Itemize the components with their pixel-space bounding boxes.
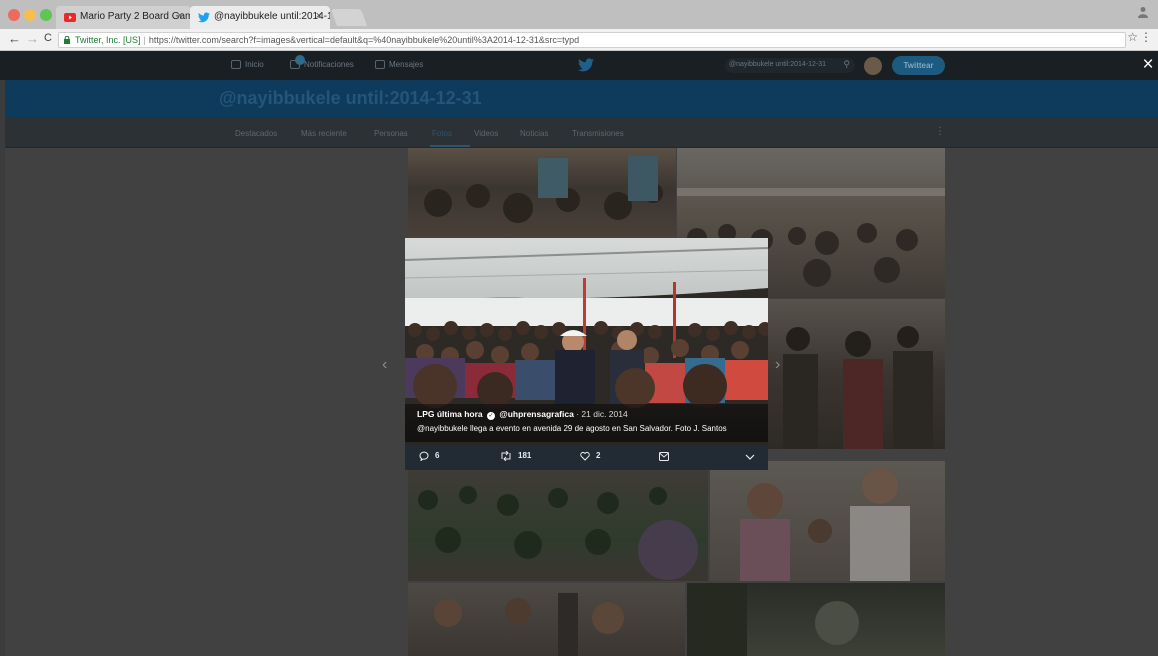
search-banner: @nayibbukele until:2014-12-31: [5, 80, 1158, 118]
home-icon: [231, 60, 241, 69]
search-tabs: Destacados Más reciente Personas Fotos V…: [5, 118, 1158, 148]
tab-transmisiones[interactable]: Transmisiones: [572, 129, 624, 138]
avatar[interactable]: [864, 57, 882, 75]
search-icon[interactable]: ⚲: [843, 59, 850, 70]
photo-tile[interactable]: [408, 583, 685, 656]
tab-fotos[interactable]: Fotos: [432, 129, 452, 138]
tab-destacados[interactable]: Destacados: [235, 129, 277, 138]
profile-icon[interactable]: [1138, 6, 1152, 22]
reply-count: 6: [435, 451, 440, 460]
browser-tab-twitter-search[interactable]: @nayibbukele until:2014-12-3 ×: [190, 6, 330, 29]
tweet-author-handle[interactable]: @uhprensagrafica: [499, 409, 573, 419]
tab-videos[interactable]: Videos: [474, 129, 498, 138]
browser-menu-icon[interactable]: ⋮: [1140, 30, 1152, 44]
active-tab-indicator: [430, 145, 470, 147]
bookmark-star-icon[interactable]: ☆: [1127, 30, 1138, 44]
new-tab-button[interactable]: [330, 9, 368, 26]
url-text: https://twitter.com/search?f=images&vert…: [148, 35, 580, 45]
search-query-text: @nayibbukele until:2014-12-31: [729, 61, 827, 68]
retweet-button[interactable]: 181: [500, 450, 532, 462]
forward-button[interactable]: →: [26, 31, 39, 46]
tweet-author-name[interactable]: LPG última hora: [417, 409, 483, 419]
twitter-bird-icon: [198, 12, 210, 23]
window-minimize-button[interactable]: [24, 9, 36, 21]
photo-modal: LPG última hora ✓ @uhprensagrafica · 21 …: [405, 238, 768, 470]
secure-origin-label: Twitter, Inc. [US]: [75, 35, 141, 45]
nav-messages[interactable]: Mensajes: [375, 60, 423, 69]
direct-message-button[interactable]: [659, 451, 675, 461]
browser-tab-strip: Mario Party 2 Board Game - H × @nayibbuk…: [0, 0, 1158, 29]
browser-tab-mario-party[interactable]: Mario Party 2 Board Game - H ×: [56, 6, 191, 29]
back-button[interactable]: ←: [8, 31, 21, 46]
twitter-bird-icon[interactable]: [578, 58, 594, 72]
verified-icon: ✓: [487, 412, 496, 420]
message-icon: [659, 452, 669, 461]
retweet-count: 181: [518, 451, 532, 460]
window-zoom-button[interactable]: [40, 9, 52, 21]
page-title: @nayibbukele until:2014-12-31: [219, 88, 482, 108]
tab-close-icon[interactable]: ×: [316, 10, 322, 22]
chevron-down-icon: [745, 454, 755, 460]
address-bar[interactable]: Twitter, Inc. [US] | https://twitter.com/s…: [58, 32, 1126, 48]
reply-button[interactable]: 6: [419, 451, 440, 462]
lock-icon: [64, 35, 70, 44]
envelope-icon: [375, 60, 385, 69]
more-actions-button[interactable]: [745, 451, 761, 461]
tweet-text: @nayibbukele llega a evento en avenida 2…: [417, 424, 727, 433]
like-count: 2: [596, 451, 601, 460]
photo-tile[interactable]: [710, 461, 945, 581]
tweet-header: LPG última hora ✓ @uhprensagrafica · 21 …: [417, 409, 628, 420]
photo-tile[interactable]: [408, 148, 676, 238]
tab-close-icon[interactable]: ×: [177, 10, 183, 22]
twitter-top-nav: Inicio Notificaciones Mensajes @nayibbuk…: [0, 51, 1158, 80]
twitter-search-input[interactable]: @nayibbukele until:2014-12-31 ⚲: [725, 58, 855, 73]
tab-personas[interactable]: Personas: [374, 129, 408, 138]
photo-tile[interactable]: [408, 470, 708, 581]
nav-notifications[interactable]: Notificaciones: [290, 60, 354, 69]
tab-title: @nayibbukele until:2014-12-3: [214, 11, 330, 22]
reply-icon: [419, 451, 429, 462]
tab-title: Mario Party 2 Board Game - H: [80, 11, 191, 22]
more-options-icon[interactable]: ⋮: [935, 126, 945, 137]
nav-notifications-label: Notificaciones: [304, 60, 354, 69]
tweet-date[interactable]: · 21 dic. 2014: [576, 409, 628, 419]
youtube-icon: [64, 12, 76, 23]
previous-photo-button[interactable]: ‹: [382, 356, 387, 374]
photo-tile[interactable]: [687, 583, 945, 656]
window-close-button[interactable]: [8, 9, 20, 21]
browser-toolbar: ← → C Twitter, Inc. [US] | https://twitter…: [0, 29, 1158, 51]
close-icon[interactable]: ×: [1140, 55, 1156, 75]
tab-mas-reciente[interactable]: Más reciente: [301, 129, 347, 138]
retweet-icon: [501, 450, 511, 462]
tab-noticias[interactable]: Noticias: [520, 129, 548, 138]
photo-tile[interactable]: [768, 299, 945, 449]
tweet-info: LPG última hora ✓ @uhprensagrafica · 21 …: [405, 404, 768, 442]
next-photo-button[interactable]: ›: [775, 356, 780, 374]
nav-home-label: Inicio: [245, 60, 264, 69]
like-button[interactable]: 2: [580, 451, 600, 461]
tweet-button[interactable]: Twittear: [892, 56, 945, 75]
nav-messages-label: Mensajes: [389, 60, 424, 69]
nav-home[interactable]: Inicio: [231, 60, 264, 69]
reload-button[interactable]: C: [44, 32, 52, 44]
like-icon: [580, 451, 590, 461]
tweet-actions: 6 181 2: [405, 446, 768, 470]
bell-icon: [290, 60, 300, 69]
